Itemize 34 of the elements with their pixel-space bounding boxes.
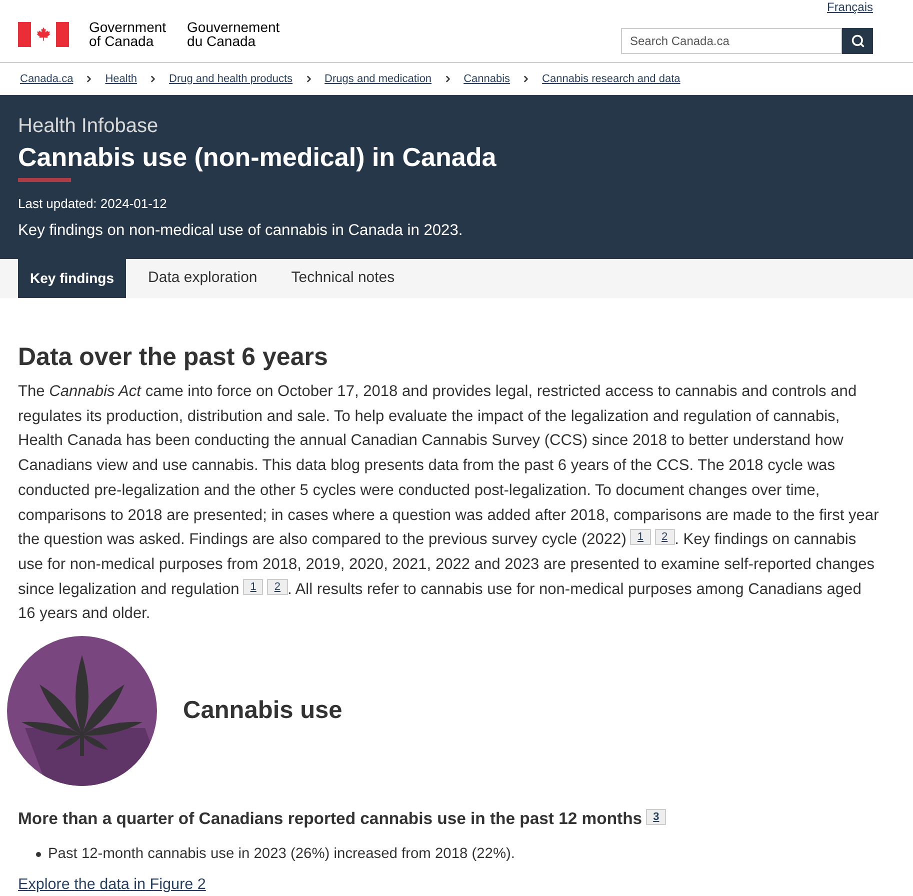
- breadcrumb-link[interactable]: Cannabis: [464, 72, 510, 86]
- footnote-link[interactable]: 2: [654, 529, 675, 546]
- canada-flag-icon: [18, 22, 69, 47]
- breadcrumb-link[interactable]: Drug and health products: [169, 72, 293, 86]
- government-wordmark: Gouvernement du Canada: [187, 20, 280, 48]
- language-link[interactable]: Français: [826, 0, 873, 14]
- footnote-link[interactable]: 1: [630, 529, 651, 546]
- bullet-icon: [36, 852, 41, 857]
- tab[interactable]: Technical notes: [279, 259, 407, 298]
- tab[interactable]: Key findings: [18, 259, 126, 298]
- footnote-link[interactable]: 3: [646, 809, 666, 826]
- footnote-link[interactable]: 2: [267, 578, 288, 595]
- figure-link[interactable]: Explore the data in Figure 2: [18, 876, 206, 894]
- footnote-link[interactable]: 1: [243, 578, 264, 595]
- intro-paragraph: The Cannabis Act came into force on October 17, 2018 and provides legal, restricted access to cannabis and controls and regulates its production, distribution and sale. To help evaluate the impact of the legalization and regulation of cannabis, Health Canada has been conducting the annual Canadian Cannabis Survey (CCS) since 2018 to better understand how Canadians view and use cannabis. This data blog presents data from the past 6 years of the CCS. The 2018 cycle was conducted pre-legalization and the other 5 cycles were conducted post-legalization. To document changes over time, comparisons to 2018 are presented; in cases where a question was added after 2018, comparisons are made to the first year the question was asked. Findings are also compared to the previous survey cycle (2022) 1 2 . Key findings on cannabis use for non-medical purposes from 2018, 2019, 2020, 2021, 2022 and 2023 are presented to examine self-reported changes since legalization and regulation 1 2 . All results refer to cannabis use for non-medical purposes among Canadians aged 16 years and older.: [18, 382, 879, 624]
- cannabis-leaf-icon: [7, 636, 157, 786]
- tab[interactable]: Data exploration: [136, 259, 270, 298]
- search-field[interactable]: Search Canada.ca: [621, 28, 842, 54]
- government-wordmark: Government of Canada: [89, 20, 166, 48]
- finding-text: Past 12-month cannabis use in 2023 (26%) increased from 2018 (22%).: [48, 845, 515, 864]
- section-heading: Data over the past 6 years: [18, 342, 329, 373]
- search-icon: [850, 34, 864, 48]
- breadcrumb-link[interactable]: Cannabis research and data: [542, 72, 680, 86]
- breadcrumb-link[interactable]: Health: [105, 72, 138, 86]
- site-name: Health Infobase: [18, 114, 158, 138]
- title-underline: [18, 178, 71, 182]
- last-updated: Last updated: 2024-01-12: [18, 195, 167, 213]
- breadcrumb-link[interactable]: Drugs and medication: [324, 72, 432, 86]
- search-button[interactable]: [842, 28, 873, 54]
- finding-heading: More than a quarter of Canadians reported cannabis use in the past 12 months 3: [18, 806, 913, 832]
- page-summary: Key findings on non-medical use of cannabis in Canada in 2023.: [18, 221, 463, 241]
- breadcrumb-link[interactable]: Canada.ca: [20, 72, 74, 86]
- page-title: Cannabis use (non-medical) in Canada: [18, 141, 496, 174]
- topic-heading: Cannabis use: [183, 696, 342, 726]
